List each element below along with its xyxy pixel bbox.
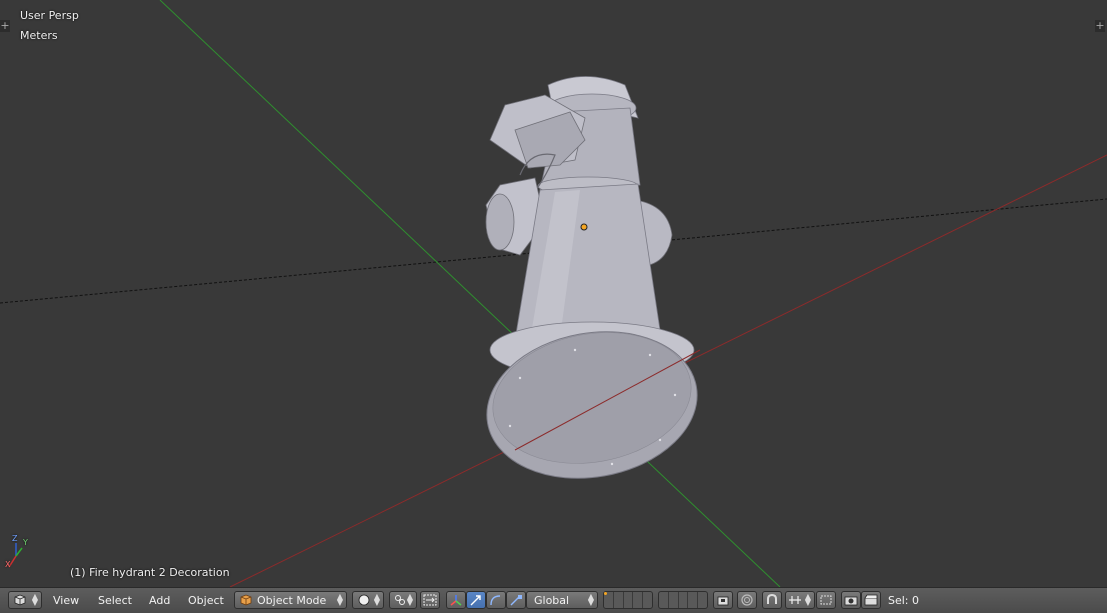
orientation-label: Global xyxy=(534,594,570,607)
chevron-updown-icon: ▲ ▼ xyxy=(804,592,811,607)
opengl-render-icon xyxy=(844,596,858,606)
object-origin-dot[interactable] xyxy=(580,223,588,231)
scale-manipulator-button[interactable] xyxy=(506,591,526,609)
selection-count-text: Sel: 0 xyxy=(888,594,920,607)
manipulate-center-icon xyxy=(423,594,437,606)
properties-shelf-toggle-icon[interactable]: + xyxy=(1095,20,1105,32)
chevron-updown-icon: ▲ ▼ xyxy=(373,592,380,607)
opengl-animation-button[interactable] xyxy=(861,591,881,609)
snap-target-button[interactable] xyxy=(816,591,836,609)
viewport-shading-selector[interactable]: ▲ ▼ xyxy=(352,591,384,609)
pivot-icon xyxy=(395,595,405,605)
pivot-point-selector[interactable]: ▲ ▼ xyxy=(389,591,417,609)
3d-viewport[interactable]: User Persp Meters (1) Fire hydrant 2 Dec… xyxy=(0,0,1107,587)
chevron-updown-icon: ▲ ▼ xyxy=(336,592,343,607)
rotate-manipulator-button[interactable] xyxy=(486,591,506,609)
chevron-updown-icon: ▲ ▼ xyxy=(406,592,413,607)
y-axis-line xyxy=(159,0,781,587)
snap-element-selector[interactable]: ▲ ▼ xyxy=(785,591,815,609)
chevron-updown-icon: ▲ ▼ xyxy=(31,592,38,607)
snap-toggle-button[interactable] xyxy=(762,591,782,609)
units-label: Meters xyxy=(20,29,58,42)
manipulate-center-points-button[interactable] xyxy=(420,591,440,609)
axis-widget xyxy=(8,543,23,568)
layers-grid-right[interactable] xyxy=(658,591,708,609)
menu-object[interactable]: Object xyxy=(188,594,224,607)
transform-orientation-selector[interactable]: Global ▲ ▼ xyxy=(526,591,598,609)
view-name-label: User Persp xyxy=(20,9,79,22)
active-layer-indicator xyxy=(604,592,607,595)
manipulator-axes-icon xyxy=(450,595,462,606)
manipulator-toggle-button[interactable] xyxy=(446,591,466,609)
menu-add[interactable]: Add xyxy=(149,594,170,607)
opengl-anim-icon xyxy=(864,594,878,606)
view3d-icon xyxy=(14,594,26,606)
axis-widget-x-label: X xyxy=(5,560,11,569)
proportional-edit-icon xyxy=(741,594,753,606)
axis-widget-z-label: Z xyxy=(12,534,18,543)
translate-icon xyxy=(470,595,481,606)
camera-lock-icon xyxy=(717,596,729,606)
lock-camera-layers-button[interactable] xyxy=(713,591,733,609)
active-object-label: (1) Fire hydrant 2 Decoration xyxy=(70,566,230,579)
snap-magnet-icon xyxy=(767,593,777,604)
mode-label: Object Mode xyxy=(257,594,327,607)
snap-target-icon xyxy=(789,596,801,604)
editor-type-selector[interactable]: ▲ ▼ xyxy=(8,591,42,609)
mode-selector[interactable]: Object Mode ▲ ▼ xyxy=(234,591,347,609)
rotate-icon xyxy=(490,595,501,606)
axis-widget-y-label: Y xyxy=(23,538,28,547)
scale-icon xyxy=(510,595,522,606)
menu-select[interactable]: Select xyxy=(98,594,132,607)
opengl-render-button[interactable] xyxy=(841,591,861,609)
solid-sphere-icon xyxy=(358,594,370,606)
fire-hydrant-model[interactable] xyxy=(475,76,709,495)
cube-icon xyxy=(240,594,252,606)
viewport-header: ▲ ▼ View Select Add Object Object Mode ▲ ▼… xyxy=(0,587,1107,613)
chevron-updown-icon: ▲ ▼ xyxy=(587,592,594,607)
translate-manipulator-button[interactable] xyxy=(466,591,486,609)
layers-grid-left[interactable] xyxy=(603,591,653,609)
tool-shelf-toggle-icon[interactable]: + xyxy=(0,20,10,32)
snap-grid-icon xyxy=(820,595,832,605)
scene-canvas[interactable] xyxy=(0,0,1107,587)
menu-view[interactable]: View xyxy=(53,594,79,607)
proportional-editing-button[interactable] xyxy=(737,591,757,609)
